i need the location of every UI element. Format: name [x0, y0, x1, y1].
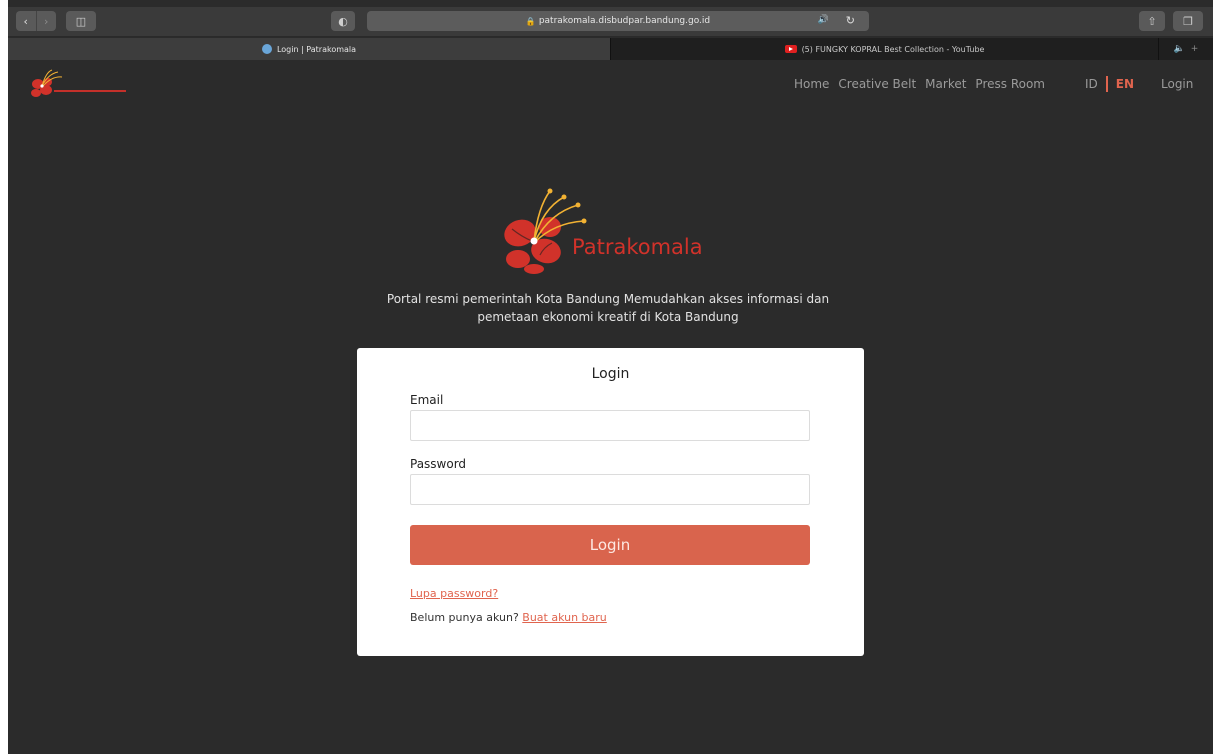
back-icon[interactable]: ‹ — [16, 11, 36, 31]
browser-toolbar: ‹ › ◫ ◐ 🔒 patrakomala.disbudpar.bandung.… — [8, 7, 1213, 37]
reload-icon[interactable]: ↻ — [846, 14, 855, 27]
email-label: Email — [410, 393, 444, 407]
nav-creative-belt[interactable]: Creative Belt — [838, 77, 916, 91]
nav-home[interactable]: Home — [794, 77, 829, 91]
nav-market[interactable]: Market — [925, 77, 966, 91]
sidebar-toggle-icon[interactable]: ◫ — [66, 11, 96, 31]
signup-prompt: Belum punya akun? — [410, 611, 519, 624]
address-url: patrakomala.disbudpar.bandung.go.id — [538, 16, 711, 26]
site-header: Home Creative Belt Market Press Room ID … — [8, 60, 1213, 110]
language-switcher: ID EN — [1085, 76, 1134, 92]
address-bar[interactable]: 🔒 patrakomala.disbudpar.bandung.go.id 🔊 … — [367, 11, 869, 31]
tab-audio-new-tab[interactable]: 🔈 + — [1158, 38, 1213, 60]
browser-window: ‹ › ◫ ◐ 🔒 patrakomala.disbudpar.bandung.… — [8, 0, 1213, 754]
main-nav: Home Creative Belt Market Press Room — [794, 77, 1045, 91]
create-account-link[interactable]: Buat akun baru — [522, 611, 607, 624]
history-nav: ‹ › — [16, 11, 56, 31]
login-button[interactable]: Login — [410, 525, 810, 565]
header-login-link[interactable]: Login — [1161, 77, 1193, 91]
lock-icon: 🔒 — [525, 16, 536, 26]
hero-brand-text: Patrakomala — [572, 235, 703, 259]
login-title: Login — [591, 366, 630, 382]
lang-id[interactable]: ID — [1085, 77, 1098, 91]
privacy-shield-icon[interactable]: ◐ — [331, 11, 355, 31]
tagline: Portal resmi pemerintah Kota Bandung Mem… — [348, 290, 868, 326]
tab-bar: Login | Patrakomala (5) FUNGKY KOPRAL Be… — [8, 38, 1213, 60]
login-card: Login Email Password Login Lupa password… — [357, 348, 864, 656]
signup-row: Belum punya akun? Buat akun baru — [410, 611, 607, 624]
forward-icon[interactable]: › — [35, 11, 57, 31]
password-label: Password — [410, 457, 467, 471]
tabs-overview-icon[interactable]: ❐ — [1173, 11, 1203, 31]
share-icon[interactable]: ⇧ — [1139, 11, 1165, 31]
youtube-favicon-icon — [784, 45, 797, 53]
audio-playing-icon[interactable]: 🔊 — [818, 15, 829, 25]
tab-title: (5) FUNGKY KOPRAL Best Collection - YouT… — [801, 44, 985, 54]
patrakomala-hero-logo-icon: Patrakomala — [504, 188, 703, 274]
tagline-line-2: pemetaan ekonomi kreatif di Kota Bandung — [477, 310, 739, 324]
tab-youtube[interactable]: (5) FUNGKY KOPRAL Best Collection - YouT… — [610, 38, 1158, 60]
forgot-password-link[interactable]: Lupa password? — [410, 587, 498, 600]
nav-press-room[interactable]: Press Room — [975, 77, 1045, 91]
tab-login[interactable]: Login | Patrakomala — [8, 38, 610, 60]
site-favicon-icon — [261, 44, 272, 54]
password-field[interactable] — [410, 474, 810, 505]
lang-en[interactable]: EN — [1116, 77, 1134, 91]
lang-divider — [1105, 76, 1108, 92]
email-field[interactable] — [410, 410, 810, 441]
patrakomala-logo-icon[interactable] — [26, 68, 146, 102]
tagline-line-1: Portal resmi pemerintah Kota Bandung Mem… — [386, 292, 830, 306]
tab-title: Login | Patrakomala — [276, 44, 357, 54]
